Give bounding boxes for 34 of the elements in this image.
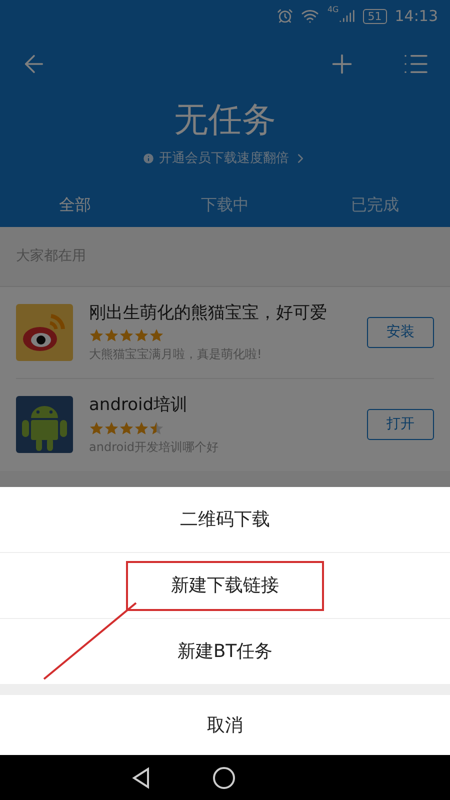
star-icon [119,420,134,436]
app-action-button[interactable]: 安装 [367,316,434,348]
signal-icon [338,8,355,24]
info-icon [142,152,155,166]
star-icon [104,328,119,344]
home-nav-button[interactable] [212,766,236,790]
clock: 14:13 [394,6,438,27]
alarm-icon [277,8,294,24]
app-action-button[interactable]: 打开 [367,409,434,440]
star-icon [134,328,149,344]
battery-indicator: 51 [362,8,387,24]
app-title: 刚出生萌化的熊猫宝宝，好可爱 [89,302,328,325]
back-nav-button[interactable] [130,766,152,788]
sheet-option[interactable]: 二维码下载 [126,494,324,544]
app-title: android培训 [89,394,189,418]
sheet-option[interactable]: 新建下载链接 [126,560,324,610]
cancel-button[interactable]: 取消 [0,695,450,755]
tab[interactable]: 下载中 [150,182,300,226]
star-icon [149,328,164,344]
star-icon [89,420,104,436]
android-robot-icon [16,396,73,453]
star-icon [104,420,119,436]
membership-promo-link[interactable]: 开通会员下载速度翻倍 [142,149,308,168]
star-icon [149,420,164,436]
empty-title: 无任务 [174,99,276,142]
wifi-icon [301,7,320,25]
tab[interactable]: 已完成 [300,182,450,226]
tab[interactable]: 全部 [0,182,150,226]
star-icon [119,328,134,344]
star-icon [134,420,149,436]
star-icon [89,328,104,344]
app-logo-icon [16,304,73,360]
sheet-option[interactable]: 新建BT任务 [126,626,324,676]
network-type: 4G [327,6,339,14]
